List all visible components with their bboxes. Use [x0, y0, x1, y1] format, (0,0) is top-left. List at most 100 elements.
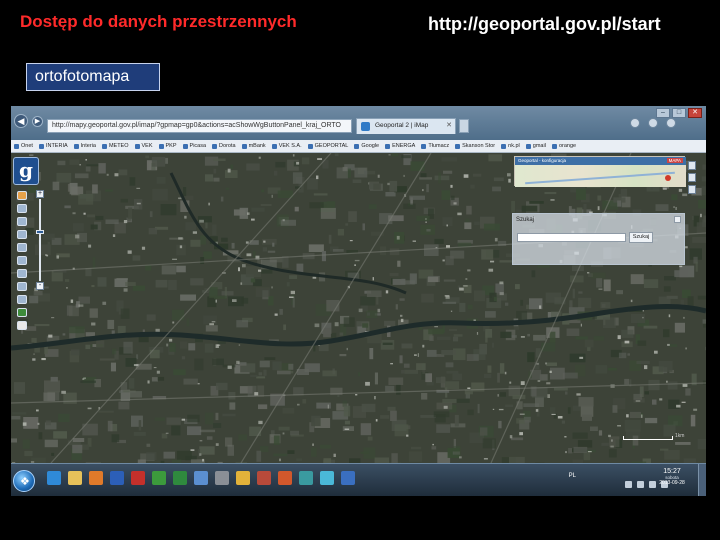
overview-map-panel[interactable]: Geoportal - konfiguracja MAPA: [514, 156, 686, 187]
bookmark-icon: [525, 143, 531, 149]
bookmark-item[interactable]: PKP: [158, 143, 177, 149]
search-label: Szukaj: [516, 217, 535, 223]
app-yellow-icon[interactable]: [236, 471, 250, 485]
explorer-icon[interactable]: [68, 471, 82, 485]
app-gray-icon[interactable]: [215, 471, 229, 485]
app-red-icon[interactable]: [257, 471, 271, 485]
bookmark-item[interactable]: Google: [354, 143, 379, 149]
excel-icon[interactable]: [173, 471, 187, 485]
tab-geoportal[interactable]: Geoportal 2 | iMap ✕: [356, 118, 456, 134]
browser-screenshot: ◀ ▶ http://mapy.geoportal.gov.pl/imap/?g…: [11, 106, 706, 496]
home-icon[interactable]: [630, 118, 640, 128]
bookmark-icon: [501, 143, 507, 149]
bookmark-item[interactable]: Tłumacz: [421, 143, 449, 149]
bookmark-icon: [38, 143, 44, 149]
search-input[interactable]: [517, 233, 626, 242]
orthophoto-map[interactable]: [11, 153, 706, 463]
info-icon[interactable]: [17, 282, 27, 291]
zoom-track[interactable]: [39, 199, 41, 281]
app-cyan-icon[interactable]: [320, 471, 334, 485]
bookmark-item[interactable]: Skanson Stor: [455, 143, 495, 149]
browser-titlebar: ◀ ▶ http://mapy.geoportal.gov.pl/imap/?g…: [11, 106, 706, 140]
zoom-out-icon[interactable]: [17, 217, 27, 226]
word-icon[interactable]: [110, 471, 124, 485]
back-button[interactable]: ◀: [14, 114, 28, 128]
zoom-in-icon[interactable]: [17, 204, 27, 213]
zoom-full-icon[interactable]: [17, 243, 27, 252]
pan-hand-icon[interactable]: [17, 191, 27, 200]
bookmark-item[interactable]: VEK: [134, 143, 153, 149]
bookmark-item[interactable]: mBank: [241, 143, 266, 149]
maximize-button[interactable]: □: [672, 108, 686, 118]
overview-map[interactable]: [515, 165, 686, 187]
legend-button[interactable]: [688, 173, 696, 182]
geoportal-favicon-icon: [361, 122, 370, 131]
app-blue-icon[interactable]: [194, 471, 208, 485]
overview-badge[interactable]: MAPA: [666, 158, 683, 163]
zoom-handle[interactable]: [36, 230, 44, 234]
bookmark-item[interactable]: INTERIA: [38, 143, 68, 149]
settings-button[interactable]: [688, 185, 696, 194]
zoom-out-button[interactable]: -: [36, 282, 44, 290]
close-window-button[interactable]: ✕: [688, 108, 702, 118]
help-icon[interactable]: [17, 321, 27, 330]
bookmark-item[interactable]: Onet: [14, 143, 33, 149]
bookmark-item[interactable]: Interia: [73, 143, 96, 149]
app-blue2-icon[interactable]: [341, 471, 355, 485]
search-button[interactable]: Szukaj: [629, 232, 653, 243]
clock-date: 2013-09-28: [659, 480, 685, 486]
bookmark-icon: [455, 143, 461, 149]
powerpoint-icon[interactable]: [278, 471, 292, 485]
search-close-icon[interactable]: [674, 216, 681, 223]
map-toolbar: [17, 191, 31, 330]
forward-arrow-icon[interactable]: [17, 269, 27, 278]
slide-title: Dostęp do danych przestrzennych: [20, 12, 297, 31]
network-icon[interactable]: [625, 481, 632, 488]
ruler-icon[interactable]: [17, 295, 27, 304]
bookmark-icon: [354, 143, 360, 149]
bookmark-icon: [271, 143, 277, 149]
print-icon[interactable]: [17, 308, 27, 317]
zoom-slider[interactable]: + -: [36, 190, 44, 290]
geoportal-logo[interactable]: g: [13, 157, 39, 185]
bookmark-item[interactable]: gmail: [525, 143, 546, 149]
clock-time: 15:27: [663, 468, 681, 475]
media-player-icon[interactable]: [89, 471, 103, 485]
bookmark-item[interactable]: VEK S.A.: [271, 143, 302, 149]
start-button[interactable]: ❖: [13, 470, 35, 492]
bookmark-icon: [385, 143, 391, 149]
windows-taskbar: ❖ PL 15:27 sobota 2013-09-28: [11, 463, 706, 496]
bookmark-item[interactable]: Dorota: [212, 143, 236, 149]
app-teal-icon[interactable]: [299, 471, 313, 485]
forward-button[interactable]: ▶: [32, 116, 43, 127]
show-desktop-button[interactable]: [698, 464, 706, 496]
new-tab-button[interactable]: [459, 119, 469, 133]
zoom-box-icon[interactable]: [17, 230, 27, 239]
minimize-button[interactable]: –: [656, 108, 670, 118]
pdf-icon[interactable]: [131, 471, 145, 485]
bookmark-item[interactable]: orange: [551, 143, 576, 149]
back-arrow-icon[interactable]: [17, 256, 27, 265]
bookmark-icon: [241, 143, 247, 149]
zoom-in-button[interactable]: +: [36, 190, 44, 198]
system-clock[interactable]: 15:27 sobota 2013-09-28: [652, 468, 692, 486]
app-green-icon[interactable]: [152, 471, 166, 485]
map-view[interactable]: g + - Geoportal - konfiguracja MAPA Szuk…: [11, 153, 706, 463]
bookmark-icon: [421, 143, 427, 149]
bookmark-icon: [182, 143, 188, 149]
bookmark-icon: [134, 143, 140, 149]
bookmark-item[interactable]: ENERGA: [385, 143, 415, 149]
tab-close-icon[interactable]: ✕: [446, 121, 452, 129]
bookmark-icon: [212, 143, 218, 149]
ie-icon[interactable]: [47, 471, 61, 485]
slide-url[interactable]: http://geoportal.gov.pl/start: [428, 14, 661, 35]
bookmark-item[interactable]: nk.pl: [501, 143, 520, 149]
bookmark-item[interactable]: GEOPORTAL: [307, 143, 348, 149]
language-indicator[interactable]: PL: [569, 473, 576, 479]
address-bar[interactable]: http://mapy.geoportal.gov.pl/imap/?gpmap…: [47, 119, 352, 133]
tab-title: Geoportal 2 | iMap: [375, 122, 429, 129]
layers-button[interactable]: [688, 161, 696, 170]
volume-icon[interactable]: [637, 481, 644, 488]
bookmark-item[interactable]: Picasa: [182, 143, 206, 149]
bookmark-item[interactable]: METEO: [101, 143, 129, 149]
